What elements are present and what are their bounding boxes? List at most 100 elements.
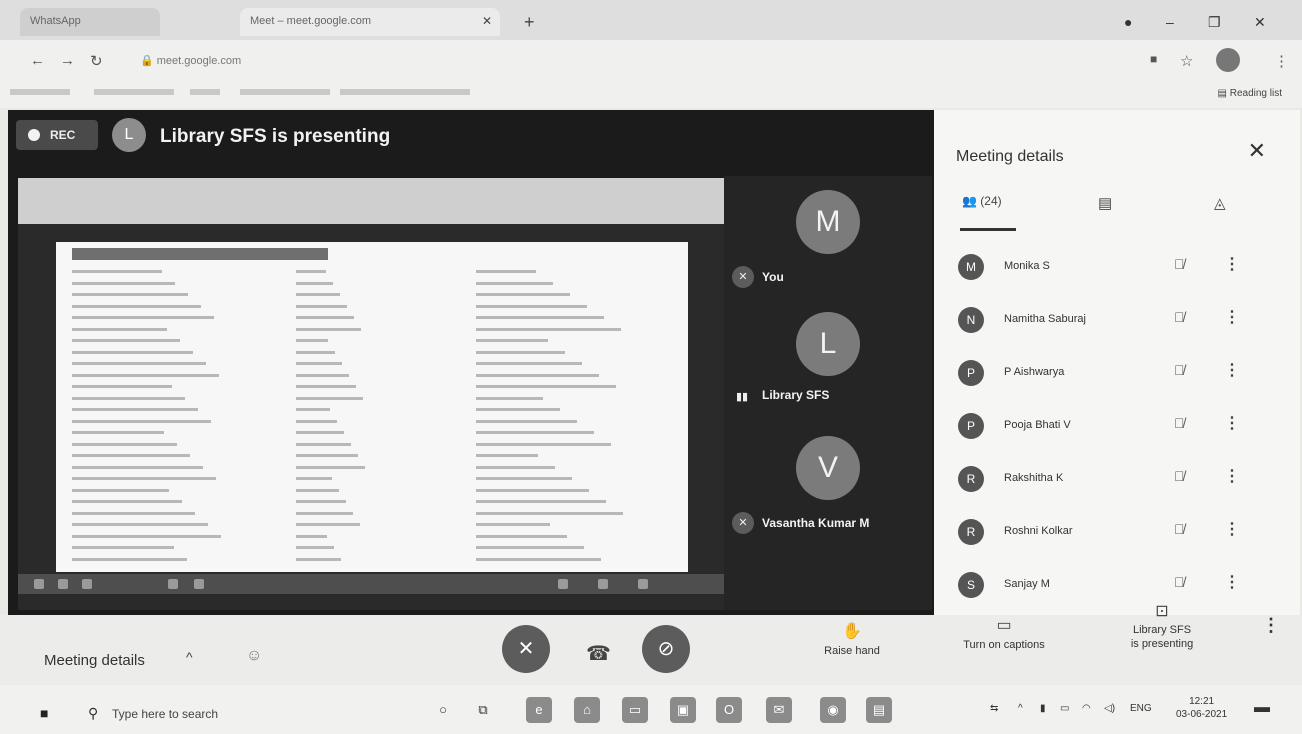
camera-toggle-button[interactable]: ⊘ [642,625,690,673]
cortana-icon[interactable]: ○ [430,697,456,723]
presenting-button[interactable]: ⊡ Library SFS is presenting [1112,603,1212,651]
taskbar-search-input[interactable]: Type here to search [112,707,218,721]
mic-tray-icon[interactable]: ▮ [1040,703,1046,714]
document-header-bar [72,248,328,260]
participant-tile[interactable]: M ✕ You [724,176,932,306]
clock[interactable]: 12:21 03-06-2021 [1176,695,1227,721]
more-options-icon[interactable]: ⋮ [1224,254,1240,274]
close-icon[interactable]: ✕ [1248,138,1266,164]
forward-icon[interactable]: → [60,52,75,69]
mail-icon[interactable]: ✉ [766,697,792,723]
explorer-icon[interactable]: ▭ [622,697,648,723]
more-options-icon[interactable]: ⋮ [1262,615,1280,636]
shared-taskbar-icon [558,579,568,589]
network-icon[interactable]: ⇆ [990,703,998,714]
more-options-icon[interactable]: ⋮ [1224,466,1240,486]
edge-icon[interactable]: e [526,697,552,723]
raise-hand-button[interactable]: ✋ Raise hand [812,621,892,657]
document-text-line [476,442,611,446]
chevron-up-icon[interactable]: ^ [1018,703,1023,714]
more-options-icon[interactable]: ⋮ [1224,360,1240,380]
reading-list-label: Reading list [1229,88,1282,99]
participant-row[interactable]: R Roshni Kolkar 🎙̸ ⋮ [934,505,1300,557]
participant-row[interactable]: P P Aishwarya 🎙̸ ⋮ [934,346,1300,398]
document-text-line [296,385,356,388]
minimize-icon[interactable]: – [1166,14,1174,30]
office-icon[interactable]: O [716,697,742,723]
activities-icon[interactable]: ◬ [1214,194,1226,212]
profile-dot-icon[interactable]: ● [1124,14,1132,30]
extension-icon[interactable]: ■ [1150,52,1157,66]
presenting-title: Library SFS is presenting [160,126,391,147]
participant-row[interactable]: P Pooja Bhati V 🎙̸ ⋮ [934,399,1300,451]
participant-row[interactable]: S Sanjay M 🎙̸ ⋮ [934,558,1300,610]
new-tab-icon[interactable]: + [524,12,535,33]
store-icon[interactable]: ⌂ [574,697,600,723]
mic-off-icon: 🎙̸ [1174,468,1185,484]
chevron-up-icon[interactable]: ^ [186,649,193,665]
document-text-line [476,385,616,388]
restore-icon[interactable]: ❐ [1208,14,1221,31]
notifications-icon[interactable]: ▬ [1254,699,1270,717]
document-text-line [72,327,167,331]
document-text-line [72,419,211,423]
tab-meet[interactable]: Meet – meet.google.com ✕ [240,8,500,36]
back-icon[interactable]: ← [30,52,45,69]
participant-row[interactable]: N Namitha Saburaj 🎙̸ ⋮ [934,293,1300,345]
task-view-icon[interactable]: ⧉ [470,697,496,723]
hang-up-icon[interactable]: ☎ [586,641,611,666]
bookmark-item[interactable] [10,89,70,95]
shared-taskbar-icon [638,579,648,589]
bookmark-item[interactable] [240,89,330,95]
more-options-icon[interactable]: ⋮ [1224,307,1240,327]
document-text-line [72,442,177,446]
shared-taskbar-icon [82,579,92,589]
participant-row[interactable]: M Monika S 🎙̸ ⋮ [934,240,1300,292]
document-text-line [476,500,606,503]
profile-avatar[interactable] [1216,48,1240,72]
participant-tile[interactable]: V ✕ Vasantha Kumar M [724,426,932,556]
chat-icon[interactable]: ▤ [1098,194,1112,212]
captions-button[interactable]: ▭ Turn on captions [946,615,1062,651]
close-window-icon[interactable]: ✕ [1254,14,1266,31]
volume-icon[interactable]: ◁) [1104,703,1115,714]
bookmark-item[interactable] [340,89,470,95]
more-options-icon[interactable]: ⋮ [1224,413,1240,433]
tab-people[interactable]: 👥 (24) [962,194,1002,208]
meeting-details-button[interactable]: Meeting details [44,652,145,669]
windows-start-icon[interactable]: ■ [40,705,48,721]
emoji-icon[interactable]: ☺ [246,647,262,665]
battery-icon[interactable]: ▭ [1060,703,1069,714]
presenter-avatar: L [112,118,146,152]
mic-off-icon: ✕ [732,266,754,288]
present-screen-icon: ⊡ [1155,603,1169,620]
browser-menu-icon[interactable]: ⋮ [1274,52,1289,70]
participant-avatar: L [796,312,860,376]
document-text-line [476,477,572,480]
star-icon[interactable]: ☆ [1180,52,1193,70]
mic-toggle-button[interactable]: ✕ [502,625,550,673]
rec-label: REC [50,128,76,142]
shared-taskbar-icon [168,579,178,589]
language-indicator[interactable]: ENG [1130,703,1152,714]
wifi-icon[interactable]: ◠ [1082,703,1091,714]
clock-time: 12:21 [1189,696,1215,707]
reload-icon[interactable]: ↻ [90,52,103,70]
document-text-line [296,316,354,319]
url-field[interactable]: 🔒 meet.google.com [130,48,1030,74]
reading-list-button[interactable]: ▤ Reading list [1218,88,1283,99]
bookmark-item[interactable] [94,89,174,95]
participant-tile[interactable]: L ▮▮ Library SFS [724,302,932,432]
document-text-line [296,546,334,549]
document-text-line [296,500,346,503]
tab-whatsapp[interactable]: WhatsApp [20,8,160,36]
chrome-icon[interactable]: ◉ [820,697,846,723]
participant-row[interactable]: R Rakshitha K 🎙̸ ⋮ [934,452,1300,504]
bookmark-item[interactable] [190,89,220,95]
more-options-icon[interactable]: ⋮ [1224,572,1240,592]
app-icon[interactable]: ▤ [866,697,892,723]
close-tab-icon[interactable]: ✕ [482,14,492,28]
photos-icon[interactable]: ▣ [670,697,696,723]
captions-label: Turn on captions [963,639,1045,651]
more-options-icon[interactable]: ⋮ [1224,519,1240,539]
